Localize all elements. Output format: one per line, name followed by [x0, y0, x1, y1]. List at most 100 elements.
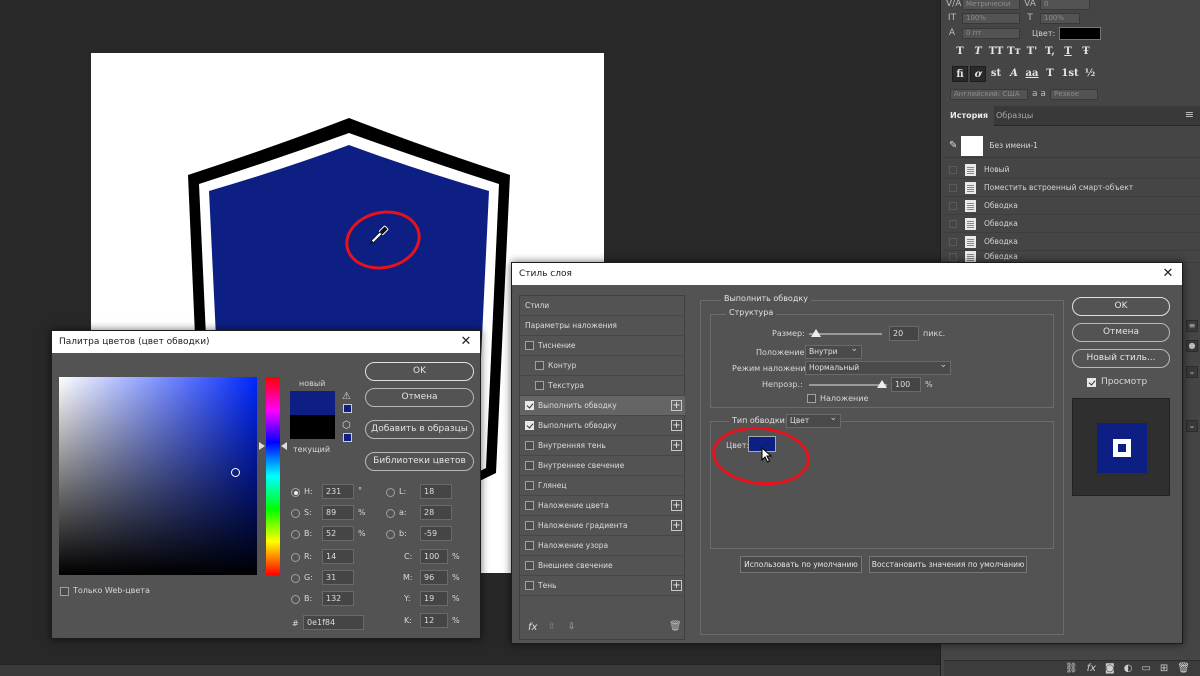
new-style-button[interactable]: Новый стиль... [1072, 349, 1170, 368]
style-item-pattern-overlay[interactable]: Наложение узора [520, 536, 685, 556]
faux-italic-button[interactable]: T [970, 44, 986, 60]
contour-checkbox[interactable] [535, 361, 544, 370]
superscript-button[interactable]: T' [1024, 44, 1040, 60]
color-cursor[interactable] [231, 468, 240, 477]
radio-a[interactable] [386, 509, 395, 518]
style-item-outer-glow[interactable]: Внешнее свечение [520, 556, 685, 576]
close-icon[interactable]: ✕ [458, 334, 474, 350]
stroke-1-checkbox[interactable] [525, 401, 534, 410]
ordinals-button[interactable]: 1st [1060, 66, 1080, 82]
link-icon[interactable]: ⛓ [1065, 663, 1078, 674]
red-input[interactable]: 14 [322, 549, 354, 564]
bevel-checkbox[interactable] [525, 341, 534, 350]
cancel-button[interactable]: Отмена [365, 388, 474, 407]
black-input[interactable]: 12 [420, 613, 448, 628]
style-item-contour[interactable]: Контур [520, 356, 685, 376]
hue-arrow-right-icon[interactable] [281, 442, 287, 450]
history-item[interactable]: Поместить встроенный смарт-объект [944, 179, 1200, 197]
hex-input[interactable]: 0e1f84 [303, 615, 364, 630]
fx-icon[interactable]: fx [1087, 663, 1096, 674]
style-item-bevel[interactable]: Тиснение [520, 336, 685, 356]
opacity-slider-thumb[interactable] [877, 380, 887, 388]
trash-icon[interactable]: 🗑 [1177, 663, 1190, 674]
fx-icon[interactable]: fx [528, 622, 537, 633]
make-default-button[interactable]: Использовать по умолчанию [740, 556, 862, 573]
all-caps-button[interactable]: TT [988, 44, 1004, 60]
color-libraries-button[interactable]: Библиотеки цветов [365, 452, 474, 471]
text-color-swatch[interactable] [1059, 26, 1102, 40]
radio-l[interactable] [386, 488, 395, 497]
style-item-texture[interactable]: Текстура [520, 376, 685, 396]
reset-default-button[interactable]: Восстановить значения по умолчанию [869, 556, 1027, 573]
panel-collapse-icon[interactable]: ≡ [1186, 320, 1198, 332]
magenta-input[interactable]: 96 [420, 570, 448, 585]
size-slider-thumb[interactable] [811, 329, 821, 337]
panel-menu-icon[interactable]: ≡ [1185, 108, 1194, 121]
overprint-checkbox[interactable] [807, 394, 816, 403]
history-item[interactable]: Обводка [944, 215, 1200, 233]
radio-h[interactable] [291, 488, 300, 497]
history-item[interactable]: Обводка [944, 197, 1200, 215]
ok-button[interactable]: OK [1072, 297, 1170, 316]
cyan-input[interactable]: 100 [420, 549, 448, 564]
outer-glow-checkbox[interactable] [525, 561, 534, 570]
style-item-satin[interactable]: Глянец [520, 476, 685, 496]
style-item-stroke-1[interactable]: Выполнить обводку + [520, 396, 685, 416]
scroll-arrow-icon[interactable]: ⌄ [1186, 366, 1198, 378]
old-style-button[interactable]: ơ [970, 66, 986, 82]
opacity-slider-track[interactable] [809, 384, 887, 386]
add-stroke-button[interactable]: + [671, 400, 682, 411]
style-item-inner-shadow[interactable]: Внутренняя тень + [520, 436, 685, 456]
small-caps-button[interactable]: Tт [1006, 44, 1022, 60]
blue-input[interactable]: 132 [322, 591, 354, 606]
lock-toggle-icon[interactable]: ● [1186, 340, 1198, 352]
radio-s[interactable] [291, 509, 300, 518]
hue-arrow-left-icon[interactable] [259, 442, 265, 450]
style-item-stroke-2[interactable]: Выполнить обводку + [520, 416, 685, 436]
size-input[interactable]: 20 [889, 326, 919, 341]
anti-alias-select[interactable]: Резкое [1050, 88, 1098, 100]
style-item-gradient-overlay[interactable]: Наложение градиента + [520, 516, 685, 536]
swash-button[interactable]: A [1006, 66, 1022, 82]
history-item[interactable]: Обводка [944, 233, 1200, 251]
strikethrough-button[interactable]: Ŧ [1078, 44, 1094, 60]
inner-glow-checkbox[interactable] [525, 461, 534, 470]
fill-type-select[interactable]: Цвет [786, 412, 841, 428]
radio-lab-b[interactable] [386, 530, 395, 539]
new-layer-icon[interactable]: ⊞ [1160, 663, 1168, 674]
move-down-icon[interactable]: ⇩ [568, 622, 576, 632]
fractions-button[interactable]: ½ [1082, 66, 1098, 82]
history-item[interactable]: Новый [944, 161, 1200, 179]
titling-alternates-button[interactable]: T [1042, 66, 1058, 82]
opacity-input[interactable]: 100 [891, 377, 921, 392]
baseline-shift-input[interactable]: 0 пт [962, 27, 1020, 39]
add-gradient-overlay-button[interactable]: + [671, 520, 682, 531]
brightness-input[interactable]: 52 [322, 526, 354, 541]
web-safe-swatch[interactable] [343, 433, 352, 442]
style-item-inner-glow[interactable]: Внутреннее свечение [520, 456, 685, 476]
style-item-drop-shadow[interactable]: Тень + [520, 576, 685, 596]
tab-swatches[interactable]: Образцы [990, 106, 1039, 126]
add-drop-shadow-button[interactable]: + [671, 580, 682, 591]
subscript-button[interactable]: T, [1042, 44, 1058, 60]
texture-checkbox[interactable] [535, 381, 544, 390]
web-colors-checkbox[interactable] [60, 587, 69, 596]
gradient-overlay-checkbox[interactable] [525, 521, 534, 530]
lab-b-input[interactable]: -59 [420, 526, 452, 541]
folder-icon[interactable]: ▭ [1141, 663, 1150, 674]
color-overlay-checkbox[interactable] [525, 501, 534, 510]
ok-button[interactable]: OK [365, 362, 474, 381]
style-item-blending-options[interactable]: Параметры наложения [520, 316, 685, 336]
saturation-brightness-field[interactable] [59, 377, 257, 575]
scroll-arrow-icon[interactable]: ⌄ [1186, 420, 1198, 432]
vertical-scale-input[interactable]: 100% [962, 12, 1020, 24]
stroke-2-checkbox[interactable] [525, 421, 534, 430]
tracking-select[interactable]: 0 [1040, 0, 1090, 10]
green-input[interactable]: 31 [322, 570, 354, 585]
cancel-button[interactable]: Отмена [1072, 323, 1170, 342]
radio-r[interactable] [291, 553, 300, 562]
hue-input[interactable]: 231 [322, 484, 354, 499]
mask-icon[interactable]: ◙ [1105, 663, 1115, 674]
position-select[interactable]: Внутри [805, 343, 862, 359]
language-select[interactable]: Английский: США [950, 88, 1028, 100]
